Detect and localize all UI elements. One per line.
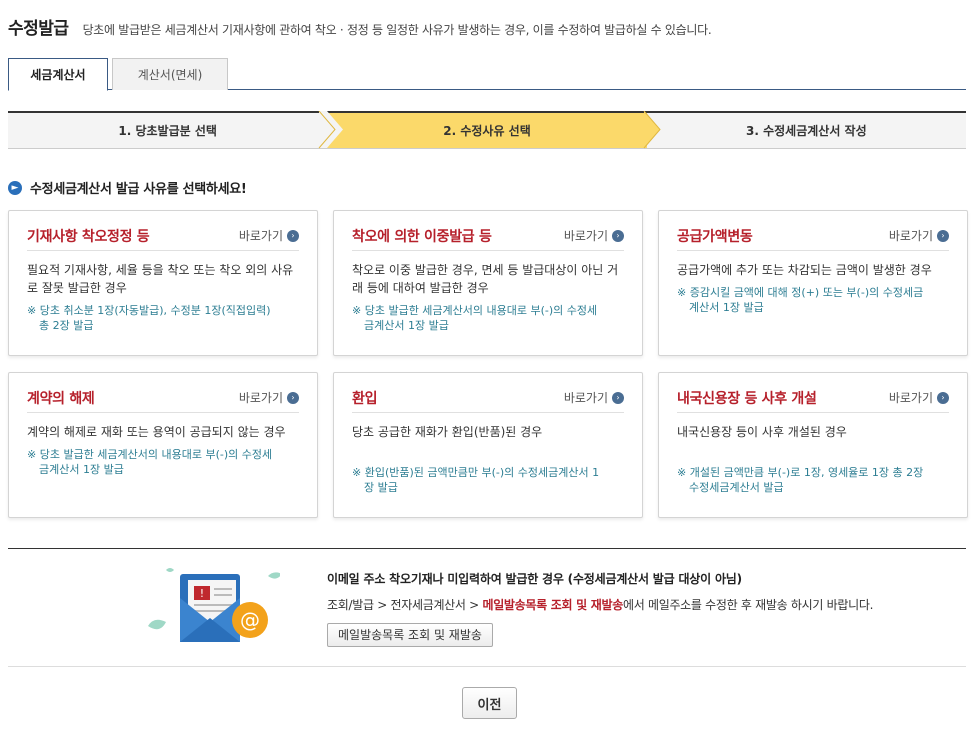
page-header: 수정발급 당초에 발급받은 세금계산서 기재사항에 관하여 착오 · 정정 등 …	[8, 14, 968, 46]
step-indicator: 1. 당초발급분 선택 2. 수정사유 선택 3. 수정세금계산서 작성	[8, 111, 966, 149]
email-notice-description: 조회/발급 > 전자세금계산서 > 메일발송목록 조회 및 재발송에서 메일주소…	[327, 596, 967, 613]
card-title: 공급가액변동	[677, 228, 753, 245]
card-note: ※ 당초 취소분 1장(자동발급), 수정분 1장(직접입력) 총 2장 발급	[27, 303, 299, 333]
arrow-right-circle-icon: ►	[8, 180, 22, 195]
svg-text:@: @	[240, 608, 260, 632]
goto-label: 바로가기	[238, 391, 283, 405]
card-title: 계약의 해제	[27, 390, 95, 407]
chevron-right-circle-icon: ›	[287, 391, 299, 404]
goto-label: 바로가기	[563, 229, 608, 243]
card-note-line1: ※ 당초 취소분 1장(자동발급), 수정분 1장(직접입력)	[27, 304, 271, 317]
reason-card-local-lc[interactable]: 내국신용장 등 사후 개설 바로가기 › 내국신용장 등이 사후 개설된 경우 ※…	[658, 372, 968, 518]
goto-link[interactable]: 바로가기 ›	[564, 389, 624, 406]
card-title: 착오에 의한 이중발급 등	[352, 228, 492, 245]
card-description: 착오로 이중 발급한 경우, 면세 등 발급대상이 아닌 거래 등에 대하여 발…	[352, 263, 619, 295]
goto-link[interactable]: 바로가기 ›	[239, 389, 299, 406]
prev-button[interactable]: 이전	[462, 687, 517, 719]
goto-label: 바로가기	[238, 229, 283, 243]
card-note-line2: 총 2장 발급	[39, 319, 94, 332]
card-title: 기재사항 착오정정 등	[27, 228, 150, 245]
card-note-line2: 금계산서 1장 발급	[39, 463, 124, 476]
step-2-label: 2. 수정사유 선택	[443, 124, 531, 138]
email-notice: 이메일 주소 착오기재나 미입력하여 발급한 경우 (수정세금계산서 발급 대상…	[327, 570, 967, 647]
card-description: 필요적 기재사항, 세율 등을 착오 또는 착오 외의 사유로 잘못 발급한 경…	[27, 263, 294, 295]
card-note: ※ 당초 발급한 세금계산서의 내용대로 부(-)의 수정세 금계산서 1장 발…	[352, 303, 624, 333]
bottom-divider	[8, 666, 966, 667]
step-3-label: 3. 수정세금계산서 작성	[746, 124, 867, 138]
email-envelope-icon: ! @	[148, 568, 280, 642]
email-notice-title: 이메일 주소 착오기재나 미입력하여 발급한 경우 (수정세금계산서 발급 대상…	[327, 572, 742, 586]
email-notice-highlight: 메일발송목록 조회 및 재발송	[482, 598, 623, 612]
goto-label: 바로가기	[563, 391, 608, 405]
card-description: 공급가액에 추가 또는 차감되는 금액이 발생한 경우	[677, 263, 932, 277]
card-note-line2: 장 발급	[364, 481, 398, 494]
card-description: 계약의 해제로 재화 또는 용역이 공급되지 않는 경우	[27, 425, 286, 439]
card-note: ※ 증감시킬 금액에 대해 정(+) 또는 부(-)의 수정세금 계산서 1장 …	[677, 285, 949, 315]
chevron-right-circle-icon: ›	[937, 391, 949, 404]
goto-link[interactable]: 바로가기 ›	[239, 227, 299, 244]
card-note: ※ 환입(반품)된 금액만큼만 부(-)의 수정세금계산서 1 장 발급	[352, 465, 624, 495]
card-note-line2: 금계산서 1장 발급	[364, 319, 449, 332]
chevron-right-circle-icon: ›	[612, 229, 624, 242]
goto-link[interactable]: 바로가기 ›	[889, 389, 949, 406]
step-1-label: 1. 당초발급분 선택	[118, 124, 217, 138]
chevron-right-circle-icon: ›	[937, 229, 949, 242]
step-2: 2. 수정사유 선택	[327, 113, 647, 148]
goto-link[interactable]: 바로가기 ›	[564, 227, 624, 244]
section-heading: ► 수정세금계산서 발급 사유를 선택하세요!	[8, 178, 247, 197]
reason-card-return[interactable]: 환입 바로가기 › 당초 공급한 재화가 환입(반품)된 경우 ※ 환입(반품)된…	[333, 372, 643, 518]
goto-link[interactable]: 바로가기 ›	[889, 227, 949, 244]
page-description: 당초에 발급받은 세금계산서 기재사항에 관하여 착오 · 정정 등 일정한 사…	[82, 23, 712, 37]
goto-label: 바로가기	[888, 391, 933, 405]
section-divider	[8, 548, 966, 549]
reason-card-duplicate[interactable]: 착오에 의한 이중발급 등 바로가기 › 착오로 이중 발급한 경우, 면세 등 …	[333, 210, 643, 356]
card-note: ※ 개설된 금액만큼 부(-)로 1장, 영세율로 1장 총 2장 수정세금계산…	[677, 465, 949, 495]
card-note-line1: ※ 당초 발급한 세금계산서의 내용대로 부(-)의 수정세	[352, 304, 598, 317]
goto-label: 바로가기	[888, 229, 933, 243]
page-title: 수정발급	[8, 19, 69, 39]
card-note-line1: ※ 개설된 금액만큼 부(-)로 1장, 영세율로 1장 총 2장	[677, 466, 924, 479]
card-note-line1: ※ 당초 발급한 세금계산서의 내용대로 부(-)의 수정세	[27, 448, 273, 461]
reason-card-correction[interactable]: 기재사항 착오정정 등 바로가기 › 필요적 기재사항, 세율 등을 착오 또는 …	[8, 210, 318, 356]
section-title: 수정세금계산서 발급 사유를 선택하세요!	[30, 182, 247, 197]
tab-bar: 세금계산서 계산서(면세)	[8, 58, 966, 91]
card-note: ※ 당초 발급한 세금계산서의 내용대로 부(-)의 수정세 금계산서 1장 발…	[27, 447, 299, 477]
card-title: 내국신용장 등 사후 개설	[677, 390, 817, 407]
reason-card-contract-cancel[interactable]: 계약의 해제 바로가기 › 계약의 해제로 재화 또는 용역이 공급되지 않는 경…	[8, 372, 318, 518]
chevron-right-circle-icon: ›	[287, 229, 299, 242]
card-description: 내국신용장 등이 사후 개설된 경우	[677, 425, 847, 439]
tab-tax-invoice[interactable]: 세금계산서	[8, 58, 108, 91]
chevron-right-circle-icon: ›	[612, 391, 624, 404]
card-title: 환입	[352, 390, 378, 407]
card-note-line1: ※ 환입(반품)된 금액만큼만 부(-)의 수정세금계산서 1	[352, 466, 600, 479]
card-note-line2: 계산서 1장 발급	[689, 301, 764, 314]
resend-mail-button[interactable]: 메일발송목록 조회 및 재발송	[327, 623, 493, 647]
step-1: 1. 당초발급분 선택	[8, 113, 327, 148]
card-note-line1: ※ 증감시킬 금액에 대해 정(+) 또는 부(-)의 수정세금	[677, 286, 924, 299]
email-notice-path: 조회/발급 > 전자세금계산서 >	[327, 598, 483, 612]
tab-invoice-tax-free[interactable]: 계산서(면세)	[112, 58, 228, 90]
step-3: 3. 수정세금계산서 작성	[647, 113, 966, 148]
card-description: 당초 공급한 재화가 환입(반품)된 경우	[352, 425, 543, 439]
reason-card-amount-change[interactable]: 공급가액변동 바로가기 › 공급가액에 추가 또는 차감되는 금액이 발생한 경우…	[658, 210, 968, 356]
email-notice-suffix: 에서 메일주소를 수정한 후 재발송 하시기 바랍니다.	[622, 598, 874, 612]
svg-text:!: !	[200, 587, 204, 600]
card-note-line2: 수정세금계산서 발급	[689, 481, 784, 494]
